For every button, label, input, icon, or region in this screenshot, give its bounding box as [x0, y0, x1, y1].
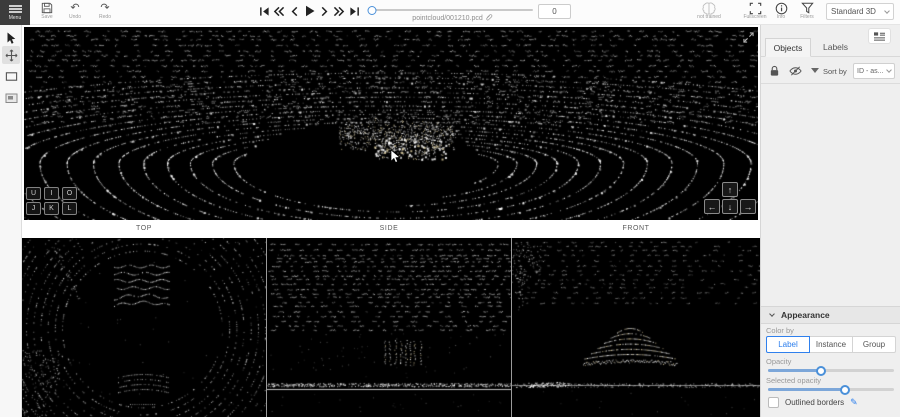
- frame-slider[interactable]: [372, 9, 533, 11]
- image-tool[interactable]: [2, 89, 20, 107]
- nn-status-label: not trained: [696, 14, 722, 20]
- nav-key-o[interactable]: O: [62, 187, 77, 200]
- front-view-canvas[interactable]: [512, 238, 760, 417]
- ortho-views: [22, 238, 760, 417]
- chevron-down-icon: [886, 67, 892, 73]
- play-button[interactable]: [303, 5, 315, 17]
- opacity-label: Opacity: [766, 357, 791, 366]
- select-tool[interactable]: [2, 29, 20, 47]
- fullscreen-label: Fullscreen: [742, 14, 768, 20]
- outlined-borders-row: Outlined borders ✎: [768, 397, 858, 408]
- appearance-header[interactable]: Appearance: [761, 306, 900, 324]
- undo-button[interactable]: ↶ Undo: [62, 2, 88, 20]
- collapse-chevron-icon: [769, 311, 775, 317]
- tool-sidebar: [0, 25, 22, 417]
- side-view-label: SIDE: [267, 225, 511, 232]
- selected-opacity-slider[interactable]: [768, 388, 894, 391]
- appearance-title: Appearance: [781, 310, 830, 320]
- color-by-label: Color by: [766, 326, 794, 335]
- top-view-label: TOP: [22, 225, 266, 232]
- sort-by-label: Sort by: [823, 67, 847, 76]
- eye-off-icon[interactable]: [789, 64, 802, 82]
- pointer-icon: [6, 32, 16, 45]
- nn-status-button[interactable]: not trained: [696, 2, 722, 20]
- hamburger-icon: [9, 5, 22, 13]
- redo-button[interactable]: ↷ Redo: [92, 2, 118, 20]
- list-layout-icon: [873, 31, 886, 42]
- selected-opacity-label: Selected opacity: [766, 376, 821, 385]
- right-panel: Objects Labels Sort by ID - as... Appear…: [760, 25, 900, 417]
- save-label: Save: [34, 14, 60, 20]
- move-icon: [5, 49, 18, 62]
- fullscreen-button[interactable]: Fullscreen: [742, 2, 768, 20]
- nav-key-u[interactable]: U: [26, 187, 41, 200]
- pan-right-button[interactable]: →: [740, 199, 756, 214]
- fast-forward-button[interactable]: [333, 5, 345, 17]
- info-button[interactable]: Info: [768, 2, 794, 20]
- pencil-icon[interactable]: ✎: [850, 397, 858, 408]
- chevron-down-icon: [884, 8, 890, 14]
- ortho-view-labels: TOP SIDE FRONT: [22, 222, 760, 238]
- view-mode-value: Standard 3D: [831, 7, 876, 16]
- nav-key-i[interactable]: I: [44, 187, 59, 200]
- front-view-label: FRONT: [512, 225, 760, 232]
- nav-key-k[interactable]: K: [44, 202, 59, 215]
- objects-controls-row: Sort by ID - as...: [761, 59, 900, 84]
- outlined-borders-label: Outlined borders: [785, 398, 844, 407]
- filters-button[interactable]: Filters: [794, 2, 820, 20]
- main-3d-canvas[interactable]: [24, 27, 758, 220]
- fast-backward-button[interactable]: [273, 5, 285, 17]
- tab-objects[interactable]: Objects: [765, 38, 811, 57]
- pan-up-button[interactable]: ↑: [722, 182, 738, 197]
- color-by-group: Label Instance Group: [766, 336, 896, 353]
- redo-label: Redo: [92, 14, 118, 20]
- top-toolbar: Menu Save ↶ Undo ↷ Redo: [0, 0, 900, 25]
- paperclip-icon[interactable]: [485, 13, 493, 21]
- selected-opacity-slider-handle[interactable]: [840, 385, 850, 395]
- step-backward-button[interactable]: [288, 5, 300, 17]
- opacity-slider-fill: [768, 369, 821, 372]
- step-forward-button[interactable]: [318, 5, 330, 17]
- nav-key-j[interactable]: J: [26, 202, 41, 215]
- expand-view-icon[interactable]: [743, 30, 754, 48]
- color-by-instance-button[interactable]: Instance: [809, 336, 853, 353]
- outlined-borders-checkbox[interactable]: [768, 397, 779, 408]
- selected-opacity-slider-fill: [768, 388, 845, 391]
- opacity-slider[interactable]: [768, 369, 894, 372]
- cuboid-icon: [5, 70, 18, 83]
- cuboid-tool[interactable]: [2, 67, 20, 85]
- tab-labels[interactable]: Labels: [823, 42, 848, 52]
- main-3d-view: U I O J K L ↑ ← ↓ →: [22, 25, 760, 222]
- color-by-group-button[interactable]: Group: [852, 336, 896, 353]
- panel-layout-button[interactable]: [868, 28, 891, 44]
- lock-icon[interactable]: [769, 64, 780, 82]
- mouse-cursor: [390, 149, 401, 169]
- move-tool[interactable]: [2, 46, 20, 64]
- playback-controls: [258, 5, 360, 17]
- pointcloud-filename: pointcloud/001210.pcd: [362, 13, 543, 22]
- skip-end-button[interactable]: [348, 5, 360, 17]
- sort-value: ID - as...: [857, 68, 883, 75]
- save-button[interactable]: Save: [34, 2, 60, 20]
- skip-start-button[interactable]: [258, 5, 270, 17]
- info-label: Info: [768, 14, 794, 20]
- sort-select[interactable]: ID - as...: [853, 63, 895, 79]
- menu-label: Menu: [9, 15, 22, 21]
- undo-label: Undo: [62, 14, 88, 20]
- view-mode-select[interactable]: Standard 3D: [826, 3, 894, 20]
- pointcloud-labeling-app: Menu Save ↶ Undo ↷ Redo: [0, 0, 900, 417]
- pan-left-button[interactable]: ←: [704, 199, 720, 214]
- image-icon: [5, 93, 18, 104]
- side-view-canvas[interactable]: [267, 238, 511, 417]
- menu-button[interactable]: Menu: [0, 0, 30, 25]
- filters-label: Filters: [794, 14, 820, 20]
- pan-down-button[interactable]: ↓: [722, 199, 738, 214]
- dropdown-caret-icon[interactable]: [811, 68, 819, 73]
- opacity-slider-handle[interactable]: [816, 366, 826, 376]
- frame-number-input[interactable]: [538, 4, 571, 19]
- nav-key-l[interactable]: L: [62, 202, 77, 215]
- top-view-canvas[interactable]: [22, 238, 266, 417]
- color-by-label-button[interactable]: Label: [766, 336, 810, 353]
